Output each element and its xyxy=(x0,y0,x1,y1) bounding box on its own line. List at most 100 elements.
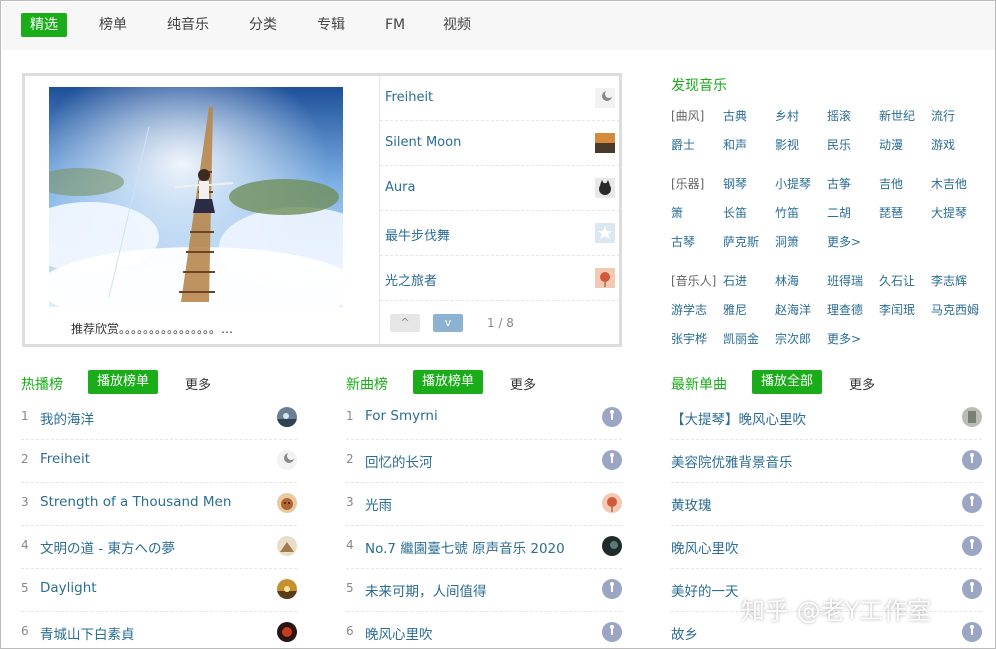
song-row[interactable]: 5 Daylight xyxy=(21,569,297,612)
song-title: 美好的一天 xyxy=(671,584,739,600)
tab-pure-music[interactable]: 纯音乐 xyxy=(167,13,209,37)
genre-tag[interactable]: 爵士 xyxy=(671,136,695,153)
genre-tag[interactable]: 影视 xyxy=(775,136,799,153)
pager-next-button[interactable]: v xyxy=(433,314,463,332)
more-instruments-link[interactable]: 更多> xyxy=(827,233,861,250)
category-label-artists: [音乐人] xyxy=(671,274,717,288)
artist-tag[interactable]: 张宇桦 xyxy=(671,330,707,347)
song-row[interactable]: 黄玫瑰 xyxy=(671,483,982,526)
genre-tag[interactable]: 民乐 xyxy=(827,136,851,153)
tab-featured[interactable]: 精选 xyxy=(21,13,67,37)
rank-number: 1 xyxy=(346,409,354,423)
song-row[interactable]: 晚风心里吹 xyxy=(671,526,982,569)
song-title: 我的海洋 xyxy=(40,412,94,428)
instrument-tag[interactable]: 吉他 xyxy=(879,175,903,192)
song-row[interactable]: 1 我的海洋 xyxy=(21,397,297,440)
song-row[interactable]: 6 晚风心里吹 xyxy=(346,612,622,648)
tab-charts[interactable]: 榜单 xyxy=(99,13,127,37)
rank-number: 4 xyxy=(21,538,29,552)
instrument-tag[interactable]: 洞箫 xyxy=(775,233,799,250)
genre-tag[interactable]: 古典 xyxy=(723,107,747,124)
featured-list: Freiheit Silent Moon Aura 最牛步伐舞 光之旅者 ^ v… xyxy=(379,76,620,344)
gray-thumb-icon xyxy=(962,407,982,427)
instrument-tag[interactable]: 大提琴 xyxy=(931,204,967,221)
instrument-tag[interactable]: 钢琴 xyxy=(723,175,747,192)
hot-chart-more-link[interactable]: 更多 xyxy=(185,374,211,393)
instrument-tag[interactable]: 小提琴 xyxy=(775,175,811,192)
tab-categories[interactable]: 分类 xyxy=(249,13,277,37)
play-all-button[interactable]: 播放全部 xyxy=(752,370,823,394)
instrument-tag[interactable]: 箫 xyxy=(671,204,683,221)
featured-item[interactable]: 最牛步伐舞 xyxy=(380,211,620,256)
song-row[interactable]: 【大提琴】晚风心里吹 xyxy=(671,397,982,440)
genre-tag[interactable]: 新世纪 xyxy=(879,107,915,124)
cat-thumb-icon xyxy=(595,178,615,198)
genre-tag[interactable]: 和声 xyxy=(723,136,747,153)
tab-videos[interactable]: 视频 xyxy=(443,13,471,37)
play-new-chart-button[interactable]: 播放榜单 xyxy=(413,370,484,394)
song-row[interactable]: 2 Freiheit xyxy=(21,440,297,483)
new-singles-more-link[interactable]: 更多 xyxy=(849,374,875,393)
carousel-pager: ^ v 1 / 8 xyxy=(380,304,620,344)
moon-thumb-icon xyxy=(595,88,615,108)
artist-tag[interactable]: 雅尼 xyxy=(723,301,747,318)
instrument-tag[interactable]: 竹笛 xyxy=(775,204,799,221)
pager-prev-button[interactable]: ^ xyxy=(390,314,420,332)
artist-tag[interactable]: 李志辉 xyxy=(931,272,967,289)
featured-item[interactable]: 光之旅者 xyxy=(380,256,620,301)
featured-item[interactable]: Freiheit xyxy=(380,76,620,121)
artist-tag[interactable]: 李闰珉 xyxy=(879,301,915,318)
instrument-tag[interactable]: 古筝 xyxy=(827,175,851,192)
song-row[interactable]: 2 回忆的长河 xyxy=(346,440,622,483)
artist-tag[interactable]: 凯丽金 xyxy=(723,330,759,347)
page-indicator: 1 / 8 xyxy=(487,316,514,330)
artist-tag[interactable]: 马克西姆 xyxy=(931,301,979,318)
song-row[interactable]: 5 未来可期，人间值得 xyxy=(346,569,622,612)
featured-item[interactable]: Aura xyxy=(380,166,620,211)
featured-item[interactable]: Silent Moon xyxy=(380,121,620,166)
featured-carousel: 推荐欣赏。。。。。。。。。。。。。。。。… Freiheit Silent Mo… xyxy=(22,73,622,347)
song-row[interactable]: 4 No.7 繼園臺七號 原声音乐 2020 xyxy=(346,526,622,569)
genre-tag[interactable]: 游戏 xyxy=(931,136,955,153)
artist-tag[interactable]: 班得瑞 xyxy=(827,272,863,289)
genre-tag[interactable]: 摇滚 xyxy=(827,107,851,124)
tab-albums[interactable]: 专辑 xyxy=(317,13,345,37)
featured-artwork[interactable] xyxy=(49,87,343,307)
artist-tag[interactable]: 宗次郎 xyxy=(775,330,811,347)
default-disc-thumb-icon xyxy=(962,450,982,470)
genre-tag[interactable]: 流行 xyxy=(931,107,955,124)
instrument-tag[interactable]: 长笛 xyxy=(723,204,747,221)
song-row[interactable]: 1 For Smyrni xyxy=(346,397,622,440)
instrument-tag[interactable]: 二胡 xyxy=(827,204,851,221)
rank-number: 4 xyxy=(346,538,354,552)
tab-fm[interactable]: FM xyxy=(385,13,405,37)
genre-tag[interactable]: 动漫 xyxy=(879,136,903,153)
song-row[interactable]: 3 Strength of a Thousand Men xyxy=(21,483,297,526)
artist-tag[interactable]: 石进 xyxy=(723,272,747,289)
artist-tag[interactable]: 游学志 xyxy=(671,301,707,318)
song-row[interactable]: 4 文明の道 - 東方への夢 xyxy=(21,526,297,569)
song-row[interactable]: 美容院优雅背景音乐 xyxy=(671,440,982,483)
artist-tag[interactable]: 赵海洋 xyxy=(775,301,811,318)
instrument-tag[interactable]: 木吉他 xyxy=(931,175,967,192)
default-disc-thumb-icon xyxy=(602,407,622,427)
song-row[interactable]: 6 青城山下白素貞 xyxy=(21,612,297,648)
artist-tag[interactable]: 林海 xyxy=(775,272,799,289)
play-hot-chart-button[interactable]: 播放榜单 xyxy=(88,370,159,394)
dark-thumb-icon xyxy=(602,536,622,556)
song-title: 美容院优雅背景音乐 xyxy=(671,455,793,471)
featured-item-title: Aura xyxy=(385,180,416,195)
genre-tag[interactable]: 乡村 xyxy=(775,107,799,124)
more-artists-link[interactable]: 更多> xyxy=(827,330,861,347)
new-chart-more-link[interactable]: 更多 xyxy=(510,374,536,393)
featured-item-title: 光之旅者 xyxy=(385,274,438,289)
instrument-tag[interactable]: 琵琶 xyxy=(879,204,903,221)
ocean-thumb-icon xyxy=(277,407,297,427)
song-title: No.7 繼園臺七號 原声音乐 2020 xyxy=(365,541,565,557)
instrument-tag[interactable]: 萨克斯 xyxy=(723,233,759,250)
artist-tag[interactable]: 久石让 xyxy=(879,272,915,289)
song-row[interactable]: 3 光雨 xyxy=(346,483,622,526)
artist-tag[interactable]: 理查德 xyxy=(827,301,863,318)
instrument-tag[interactable]: 古琴 xyxy=(671,233,695,250)
watermark: 知乎 @老Y工作室 xyxy=(741,597,932,625)
